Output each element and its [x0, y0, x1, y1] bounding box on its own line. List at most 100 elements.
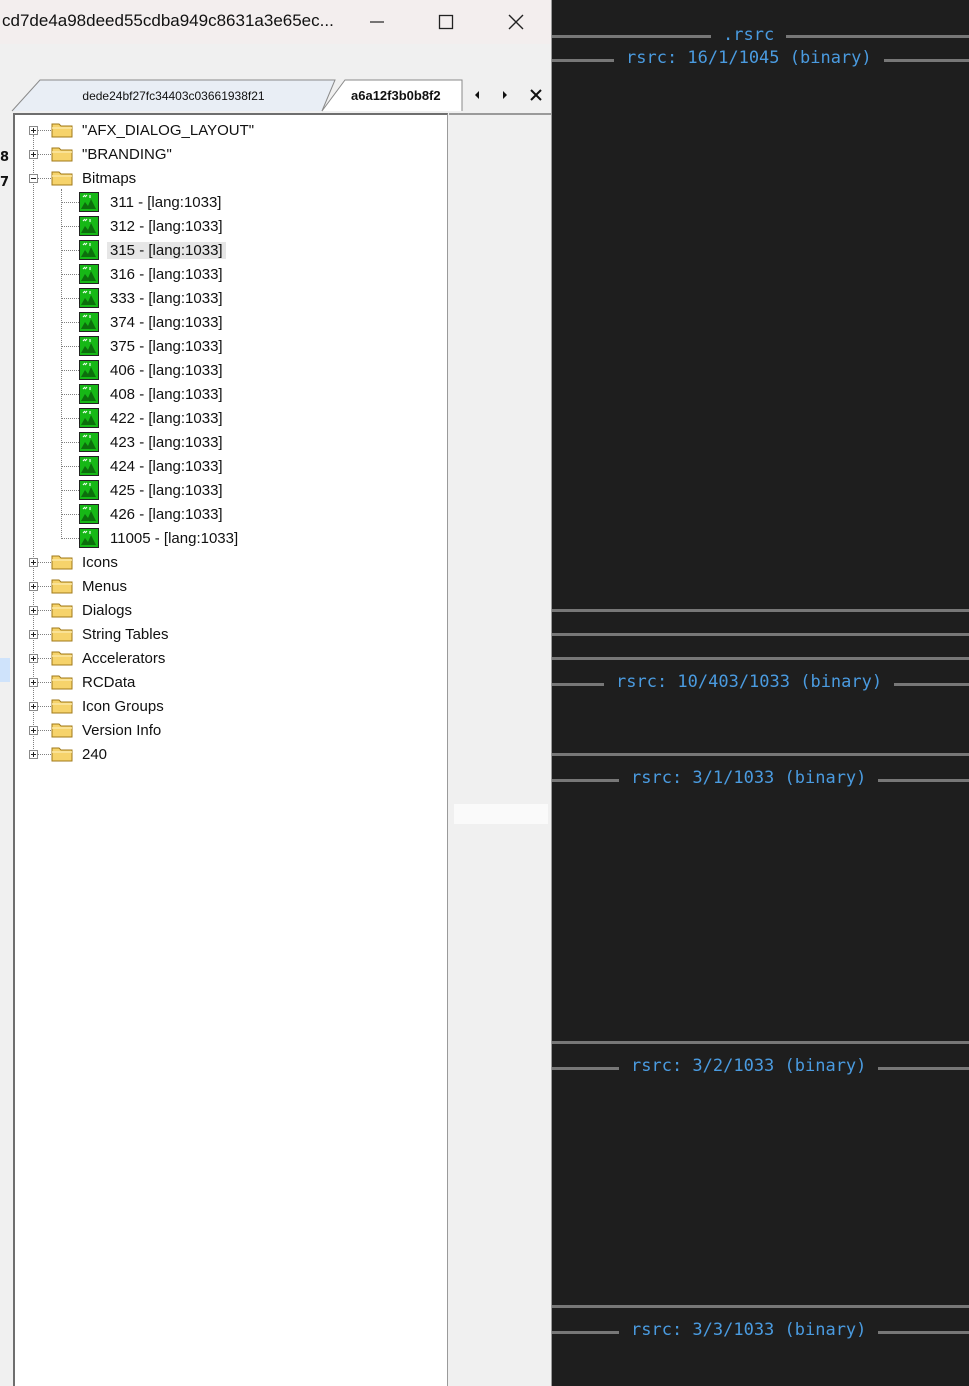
expand-icon[interactable]	[29, 126, 38, 135]
tree-node-label: String Tables	[82, 625, 169, 643]
edge-selection	[0, 658, 10, 682]
folder-icon	[51, 649, 73, 666]
bitmap-resource-item[interactable]: 423 - [lang:1033]	[107, 431, 226, 453]
tree-node[interactable]: "BRANDING"	[79, 143, 175, 165]
bitmap-resource-item[interactable]: 316 - [lang:1033]	[107, 263, 226, 285]
tree-node[interactable]: Menus	[79, 575, 130, 597]
tree-node[interactable]: Icons	[79, 551, 121, 573]
section-rule	[552, 1041, 969, 1044]
bitmap-resource-item[interactable]: 333 - [lang:1033]	[107, 287, 226, 309]
tree-node[interactable]: Version Info	[79, 719, 164, 741]
tree-connector	[61, 466, 79, 467]
tree-node-label: 425 - [lang:1033]	[110, 481, 223, 499]
bitmap-icon	[79, 384, 99, 404]
tree-node-label: 333 - [lang:1033]	[110, 289, 223, 307]
tab-file-1[interactable]: dede24bf27fc34403c03661938f21	[12, 80, 335, 111]
tree-node-label: 406 - [lang:1033]	[110, 361, 223, 379]
expand-icon[interactable]	[29, 750, 38, 759]
tree-connector	[38, 634, 51, 635]
bitmap-resource-item[interactable]: 424 - [lang:1033]	[107, 455, 226, 477]
expand-icon[interactable]	[29, 606, 38, 615]
tree-node[interactable]: RCData	[79, 671, 138, 693]
section-label: rsrc: 16/1/1045 (binary)	[626, 48, 872, 68]
maximize-button[interactable]	[423, 0, 469, 44]
bitmap-resource-item[interactable]: 315 - [lang:1033]	[107, 239, 226, 261]
bitmap-icon	[79, 360, 99, 380]
tab-scroll-right-button[interactable]	[495, 84, 515, 106]
bitmap-resource-item[interactable]: 312 - [lang:1033]	[107, 215, 226, 237]
tree-connector	[38, 610, 51, 611]
bitmap-resource-item[interactable]: 426 - [lang:1033]	[107, 503, 226, 525]
close-icon	[508, 14, 524, 30]
tree-connector	[61, 514, 79, 515]
bitmap-icon	[79, 312, 99, 332]
folder-icon	[51, 553, 73, 570]
tree-node-label: "AFX_DIALOG_LAYOUT"	[82, 121, 255, 139]
tree-connector	[61, 538, 79, 539]
minimize-button[interactable]	[354, 0, 400, 44]
tree-node[interactable]: Dialogs	[79, 599, 135, 621]
tree-node[interactable]: Bitmaps	[79, 167, 139, 189]
bitmap-resource-item[interactable]: 374 - [lang:1033]	[107, 311, 226, 333]
expand-icon[interactable]	[29, 654, 38, 663]
tree-node[interactable]: Accelerators	[79, 647, 168, 669]
tree-node[interactable]: "AFX_DIALOG_LAYOUT"	[79, 119, 257, 141]
tree-node-label: Icons	[82, 553, 118, 571]
tree-node-label: 422 - [lang:1033]	[110, 409, 223, 427]
tree-node-label: Version Info	[82, 721, 162, 739]
tree-connector	[61, 346, 79, 347]
folder-icon	[51, 121, 73, 138]
expand-icon[interactable]	[29, 558, 38, 567]
tree-node[interactable]: String Tables	[79, 623, 171, 645]
folder-icon	[51, 145, 73, 162]
bitmap-resource-item[interactable]: 406 - [lang:1033]	[107, 359, 226, 381]
expand-icon[interactable]	[29, 630, 38, 639]
section-rule	[552, 1067, 619, 1070]
tree-node-label: 374 - [lang:1033]	[110, 313, 223, 331]
collapse-icon[interactable]	[29, 174, 38, 183]
bitmap-resource-item[interactable]: 375 - [lang:1033]	[107, 335, 226, 357]
section-rule	[552, 35, 711, 38]
section-title: .rsrc	[723, 25, 775, 45]
detail-field	[454, 804, 548, 824]
close-button[interactable]	[493, 0, 539, 44]
bitmap-resource-item[interactable]: 422 - [lang:1033]	[107, 407, 226, 429]
bitmap-resource-item[interactable]: 408 - [lang:1033]	[107, 383, 226, 405]
section-rule	[552, 779, 619, 782]
section-label: rsrc: 3/2/1033 (binary)	[631, 1056, 867, 1076]
tree-connector	[61, 226, 79, 227]
tree-connector	[38, 154, 51, 155]
tab-label: a6a12f3b0b8f2	[351, 88, 441, 103]
close-tab-button[interactable]	[526, 84, 546, 106]
folder-icon	[51, 169, 73, 186]
folder-icon	[51, 721, 73, 738]
expand-icon[interactable]	[29, 726, 38, 735]
tree-node[interactable]: Icon Groups	[79, 695, 167, 717]
tab-scroll-left-button[interactable]	[467, 84, 487, 106]
section-label: rsrc: 3/3/1033 (binary)	[631, 1320, 867, 1340]
expand-icon[interactable]	[29, 678, 38, 687]
tree-node[interactable]: 240	[79, 743, 110, 765]
expand-icon[interactable]	[29, 150, 38, 159]
expand-icon[interactable]	[29, 582, 38, 591]
folder-icon	[51, 697, 73, 714]
tree-node-label: 426 - [lang:1033]	[110, 505, 223, 523]
tree-connector	[38, 130, 51, 131]
maximize-icon	[438, 14, 454, 30]
bitmap-resource-item[interactable]: 11005 - [lang:1033]	[107, 527, 241, 549]
expand-icon[interactable]	[29, 702, 38, 711]
folder-icon	[51, 745, 73, 762]
title-bar[interactable]: cd7de4a98deed55cdba949c8631a3e65ec...	[0, 0, 551, 44]
tree-node-label: Bitmaps	[82, 169, 137, 187]
tree-connector	[61, 394, 79, 395]
bitmap-resource-item[interactable]: 425 - [lang:1033]	[107, 479, 226, 501]
bitmap-resource-item[interactable]: 311 - [lang:1033]	[107, 191, 224, 213]
tree-node-label: 240	[82, 745, 108, 763]
chevron-right-icon	[503, 91, 507, 99]
section-label: rsrc: 10/403/1033 (binary)	[616, 672, 883, 692]
tab-file-2[interactable]: a6a12f3b0b8f2	[333, 80, 462, 111]
tree-connector	[38, 658, 51, 659]
resource-tree[interactable]: "AFX_DIALOG_LAYOUT" "BRANDING" Bitmaps 311 …	[13, 113, 448, 1386]
section-rule	[552, 59, 614, 62]
section-rule	[552, 657, 969, 660]
